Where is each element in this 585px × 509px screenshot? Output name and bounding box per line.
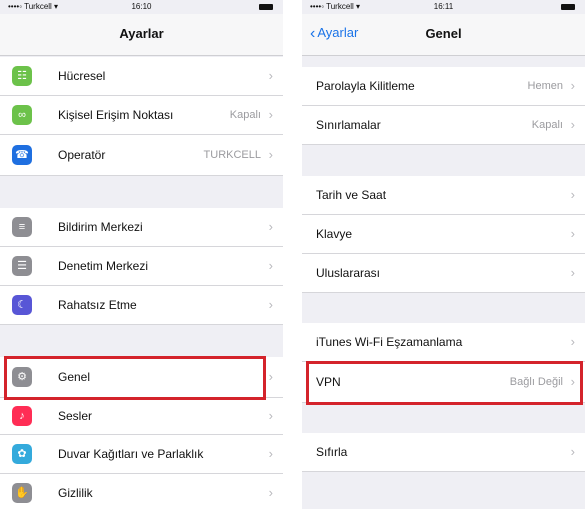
chevron-right-icon: › [268,219,273,234]
settings-item-label: Uluslararası [316,266,381,280]
settings-item-date-time[interactable]: Tarih ve Saat › [302,176,585,215]
settings-item-reset[interactable]: Sıfırla › [302,433,585,472]
settings-item-itunes-wifi-sync[interactable]: iTunes Wi-Fi Eşzamanlama › [302,323,585,362]
settings-item-do-not-disturb[interactable]: ☾ Rahatsız Etme › [0,286,283,325]
settings-item-label: Parolayla Kilitleme [316,79,415,93]
settings-item-vpn[interactable]: VPN Bağlı Değil › [302,362,585,403]
settings-item-value: Kapalı [531,119,563,131]
settings-item-label: Hücresel [58,69,106,83]
hotspot-icon: ∞ [12,105,32,125]
settings-item-keyboard[interactable]: Klavye › [302,215,585,254]
status-time: 16:11 [433,2,454,11]
settings-item-value: Hemen [527,80,563,92]
hand-icon: ✋ [12,483,32,503]
settings-item-wallpaper[interactable]: ✿ Duvar Kağıtları ve Parlaklık › [0,435,283,474]
settings-item-value: TURKCELL [203,149,261,161]
nav-bar: Ayarlar [0,14,283,56]
settings-item-cellular[interactable]: ☷ Hücresel › [0,57,283,96]
gear-icon: ⚙ [12,367,32,387]
wallpaper-icon: ✿ [12,444,32,464]
chevron-right-icon: › [570,187,575,202]
settings-item-label: Duvar Kağıtları ve Parlaklık [58,447,204,461]
notification-center-icon: ≡ [12,217,32,237]
chevron-right-icon: › [570,374,575,389]
settings-item-label: Genel [58,370,91,384]
settings-item-label: Klavye [316,227,353,241]
chevron-right-icon: › [268,446,273,461]
settings-item-privacy[interactable]: ✋ Gizlilik › [0,474,283,509]
settings-item-value: Kapalı [229,109,261,121]
chevron-right-icon: › [570,117,575,132]
battery-icon [259,4,273,10]
cellular-icon: ☷ [12,66,32,86]
battery-icon [561,4,575,10]
settings-item-label: Kişisel Erişim Noktası [58,108,174,122]
settings-screen: ••••◦ Turkcell ▾ 16:10 Ayarlar ☷ Hücrese… [0,0,283,509]
chevron-right-icon: › [268,408,273,423]
settings-item-sounds[interactable]: ♪ Sesler › [0,398,283,435]
chevron-right-icon: › [570,265,575,280]
chevron-right-icon: › [268,297,273,312]
page-title: Genel [425,26,462,41]
chevron-right-icon: › [268,485,273,500]
chevron-right-icon: › [268,369,273,384]
chevron-right-icon: › [570,444,575,459]
chevron-right-icon: › [268,107,273,122]
chevron-right-icon: › [570,226,575,241]
settings-item-label: Bildirim Merkezi [58,220,143,234]
settings-item-notification-center[interactable]: ≡ Bildirim Merkezi › [0,208,283,247]
settings-item-value: Bağlı Değil [509,376,563,388]
chevron-right-icon: › [570,334,575,349]
chevron-right-icon: › [570,78,575,93]
settings-item-label: Sıfırla [316,445,348,459]
settings-item-label: iTunes Wi-Fi Eşzamanlama [316,335,463,349]
settings-item-label: Denetim Merkezi [58,259,149,273]
speaker-icon: ♪ [12,406,32,426]
settings-item-international[interactable]: Uluslararası › [302,254,585,293]
chevron-right-icon: › [268,258,273,273]
chevron-right-icon: › [268,68,273,83]
status-bar: ••••◦ Turkcell ▾ 16:11 [302,0,585,14]
moon-icon: ☾ [12,295,32,315]
settings-item-label: Gizlilik [58,486,93,500]
settings-item-label: Tarih ve Saat [316,188,387,202]
status-time: 16:10 [131,2,152,11]
chevron-right-icon: › [268,147,273,162]
settings-item-label: VPN [316,375,341,389]
settings-item-carrier[interactable]: ☎ Operatör TURKCELL › [0,135,283,176]
settings-item-control-center[interactable]: ☰ Denetim Merkezi › [0,247,283,286]
control-center-icon: ☰ [12,256,32,276]
status-bar: ••••◦ Turkcell ▾ 16:10 [0,0,283,14]
settings-item-passcode-lock[interactable]: Parolayla Kilitleme Hemen › [302,67,585,106]
general-screen: ••••◦ Turkcell ▾ 16:11 ‹ Ayarlar Genel Pa… [302,0,585,509]
nav-bar: ‹ Ayarlar Genel [302,14,585,56]
settings-item-label: Rahatsız Etme [58,298,137,312]
settings-item-label: Operatör [58,148,106,162]
settings-item-personal-hotspot[interactable]: ∞ Kişisel Erişim Noktası Kapalı › [0,96,283,135]
page-title: Ayarlar [119,26,164,41]
phone-icon: ☎ [12,145,32,165]
settings-item-restrictions[interactable]: Sınırlamalar Kapalı › [302,106,585,145]
settings-item-label: Sınırlamalar [316,118,381,132]
settings-item-general[interactable]: ⚙ Genel › [0,357,283,398]
settings-item-label: Sesler [58,409,93,423]
